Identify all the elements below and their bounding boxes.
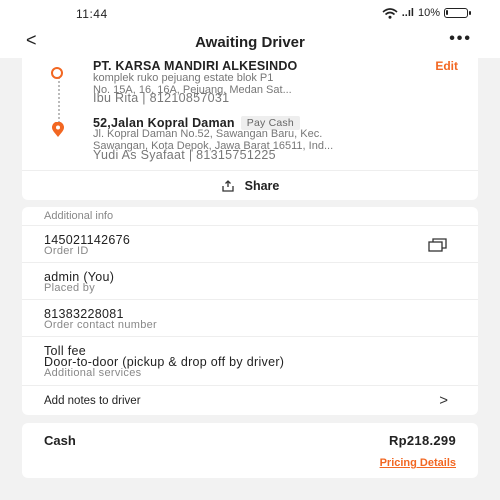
divider: [22, 336, 478, 337]
status-indicators: ..ıl 10%: [382, 7, 471, 19]
pricing-details-link[interactable]: Pricing Details: [380, 457, 456, 469]
battery-icon: [444, 8, 471, 18]
add-notes-row[interactable]: Add notes to driver >: [22, 389, 478, 415]
additional-info-card: Additional info 145021142676 Order ID ad…: [22, 207, 478, 415]
pickup-contact: Ibu Rita | 81210857031: [93, 91, 230, 105]
pickup-name: PT. KARSA MANDIRI ALKESINDO: [93, 59, 298, 73]
share-button[interactable]: Share: [22, 170, 478, 200]
route-card: Edit PT. KARSA MANDIRI ALKESINDO komplek…: [22, 58, 478, 200]
divider: [22, 225, 478, 226]
chevron-right-icon: >: [439, 392, 448, 409]
payment-method: Cash: [44, 433, 76, 448]
dropoff-pin-icon: [52, 122, 64, 137]
dropoff-contact: Yudi As Syafaat | 81315751225: [93, 148, 276, 162]
status-bar: 11:44 ..ıl 10%: [0, 0, 500, 28]
pickup-pin-icon: [51, 67, 63, 79]
battery-percent: 10%: [417, 7, 440, 19]
share-icon: [221, 179, 234, 192]
divider: [22, 299, 478, 300]
page-title: Awaiting Driver: [195, 34, 305, 51]
signal-icon: ..ıl: [401, 7, 414, 19]
share-label: Share: [244, 178, 280, 193]
divider: [22, 385, 478, 386]
services-label: Additional services: [44, 367, 142, 379]
order-id-label: Order ID: [44, 245, 89, 257]
edit-route-link[interactable]: Edit: [435, 59, 458, 73]
placed-by-label: Placed by: [44, 282, 96, 294]
divider: [22, 262, 478, 263]
route-connector: [58, 74, 60, 126]
payment-card: Cash Rp218.299 Pricing Details: [22, 423, 478, 478]
status-time: 11:44: [76, 7, 108, 21]
app-bar: < Awaiting Driver •••: [0, 28, 500, 58]
payment-amount: Rp218.299: [388, 433, 456, 448]
wifi-icon: [382, 7, 398, 19]
section-header: Additional info: [44, 210, 114, 222]
battery-level: [446, 10, 448, 15]
contact-number-label: Order contact number: [44, 319, 157, 331]
copy-icon[interactable]: [428, 238, 448, 252]
more-dots-icon[interactable]: •••: [449, 30, 472, 48]
add-notes-label: Add notes to driver: [44, 395, 141, 407]
